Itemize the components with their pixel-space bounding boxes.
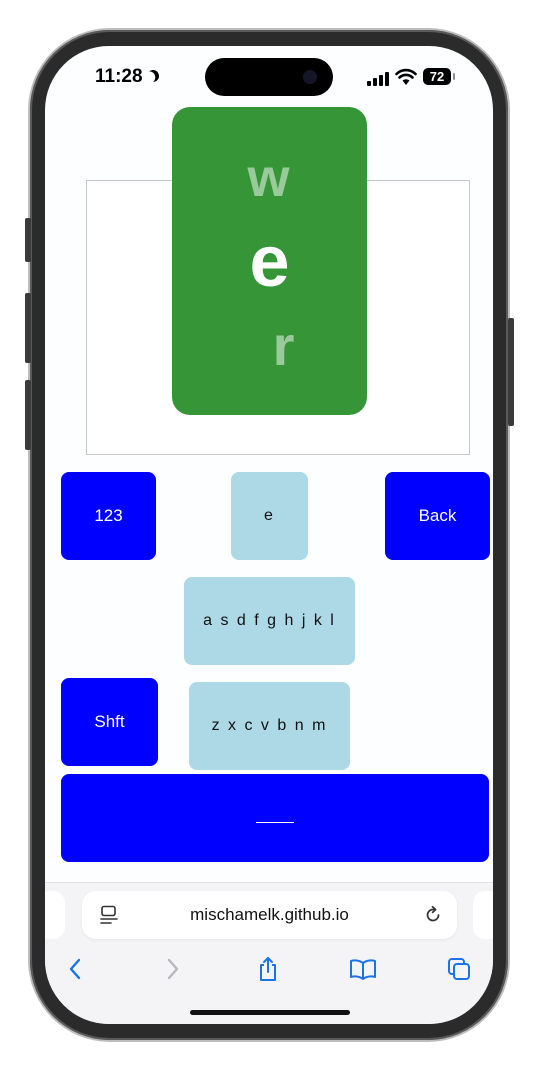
home-indicator <box>190 1010 350 1015</box>
bookmarks-button[interactable] <box>345 951 381 987</box>
book-icon <box>350 959 376 980</box>
moon-icon <box>145 68 160 83</box>
cellular-signal-icon <box>367 72 391 86</box>
share-button[interactable] <box>250 951 286 987</box>
row-middle-key[interactable]: a s d f g h j k l <box>184 577 355 665</box>
share-icon <box>260 957 276 981</box>
back-key-label: Back <box>418 506 457 525</box>
previous-tab-peek[interactable] <box>45 891 65 939</box>
power-button <box>508 318 514 426</box>
forward-nav-button[interactable] <box>155 951 191 987</box>
tabs-icon <box>448 958 470 980</box>
shift-key-label: Shft <box>94 712 125 731</box>
chevron-left-icon <box>69 958 81 980</box>
browser-toolbar <box>45 951 493 991</box>
current-letter-key[interactable]: e <box>231 472 308 560</box>
back-nav-button[interactable] <box>57 951 93 987</box>
current-letter: e <box>249 222 290 302</box>
next-letter: r <box>272 314 295 377</box>
current-letter-key-label: e <box>264 507 275 524</box>
previous-letter: w <box>247 148 292 208</box>
letter-card: w e r <box>172 107 367 415</box>
shift-key[interactable]: Shft <box>61 678 158 766</box>
space-underline <box>256 821 294 823</box>
numbers-key-label: 123 <box>94 506 123 525</box>
tabs-button[interactable] <box>441 951 477 987</box>
camera-icon <box>303 70 317 84</box>
chevron-right-icon <box>167 958 179 980</box>
status-time: 11:28 <box>95 66 159 88</box>
battery-indicator: 72 <box>423 68 455 85</box>
back-key[interactable]: Back <box>385 472 490 560</box>
address-bar[interactable]: mischamelk.github.io <box>82 891 457 939</box>
next-tab-peek[interactable] <box>473 891 493 939</box>
safari-bottom-bar: mischamelk.github.io <box>45 882 493 1024</box>
space-key[interactable] <box>61 774 489 862</box>
volume-up-button <box>25 293 31 363</box>
row-bottom-key[interactable]: z x c v b n m <box>189 682 350 770</box>
volume-down-button <box>25 380 31 450</box>
row-bottom-key-label: z x c v b n m <box>211 717 328 734</box>
action-button <box>25 218 31 262</box>
screen: 11:28 72 w e r 123 e Back a s d f g h j … <box>45 46 493 1024</box>
row-middle-key-label: a s d f g h j k l <box>203 612 336 629</box>
status-time-text: 11:28 <box>95 66 143 87</box>
wifi-icon <box>395 68 417 85</box>
reload-icon[interactable] <box>423 905 443 925</box>
numbers-key[interactable]: 123 <box>61 472 156 560</box>
url-text: mischamelk.github.io <box>190 905 349 924</box>
dynamic-island <box>205 58 333 96</box>
